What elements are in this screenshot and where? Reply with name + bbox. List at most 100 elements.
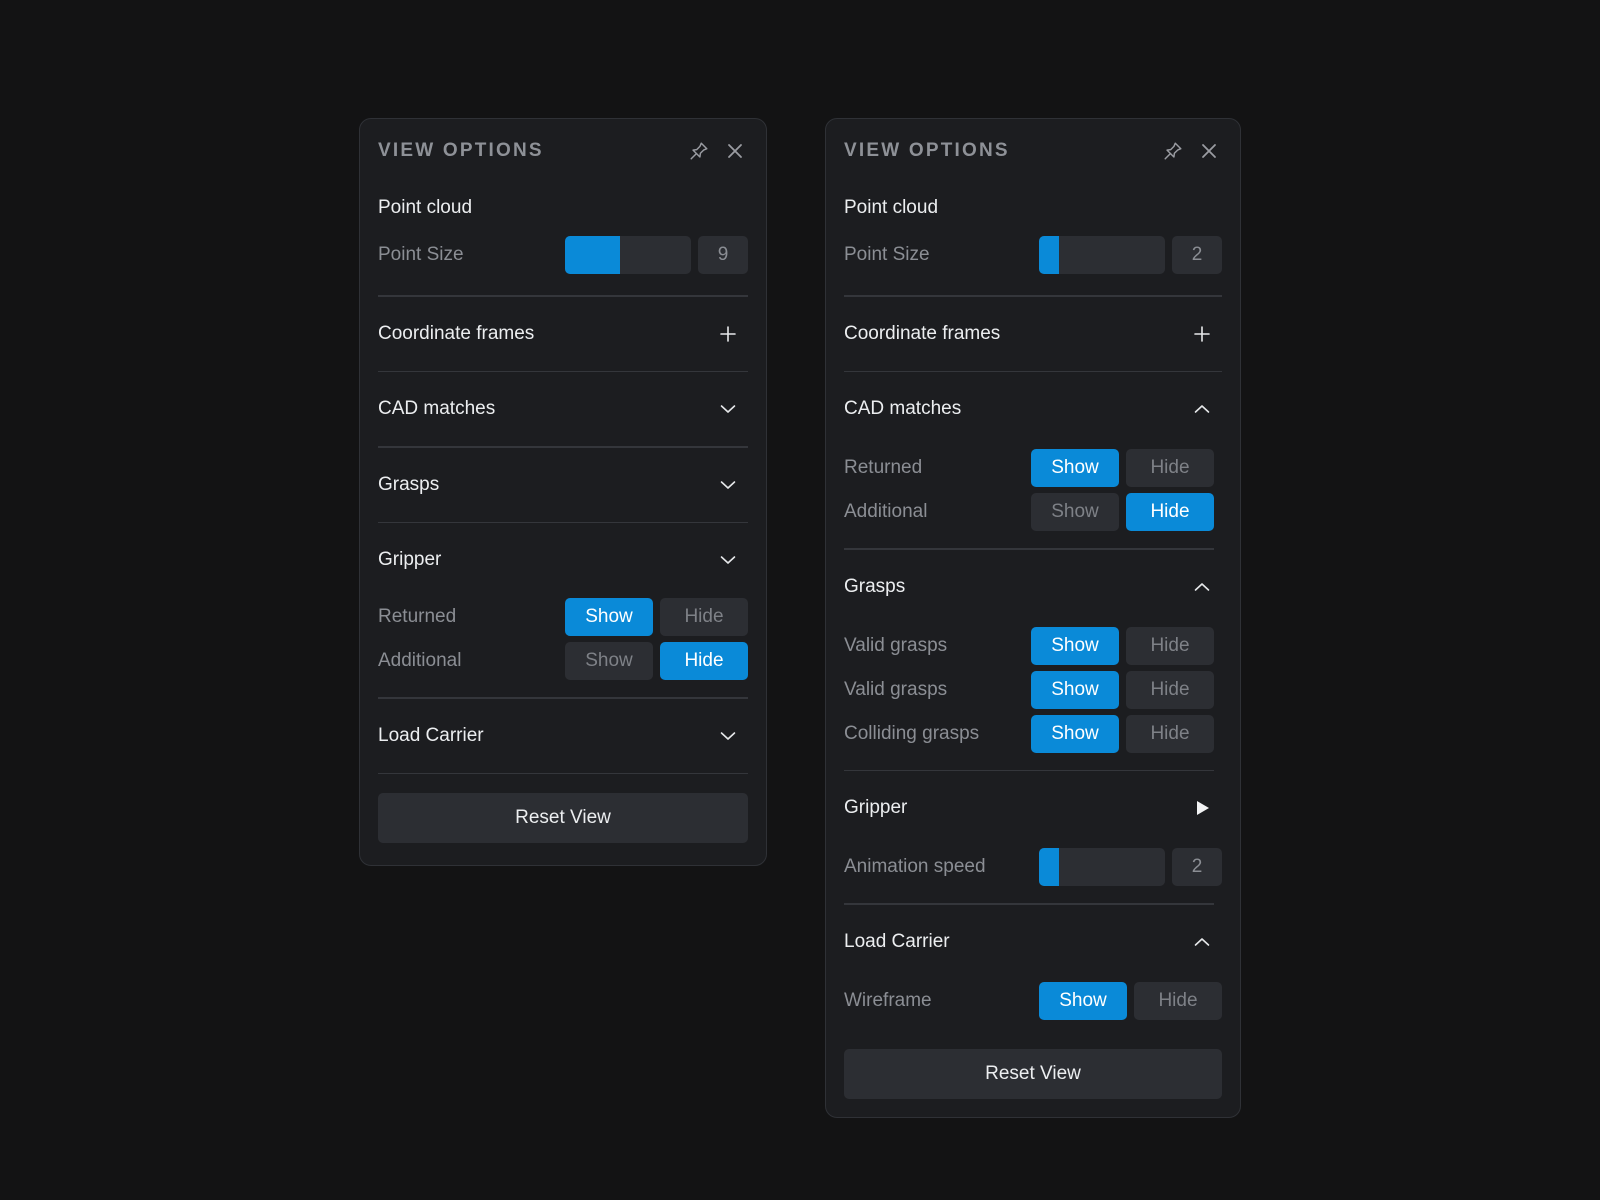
toggle-row-returned: Returned Show Hide [378,595,748,639]
section-title-load-carrier: Load Carrier [378,724,484,746]
section-title-grasps: Grasps [844,575,906,597]
hide-button[interactable]: Hide [1126,626,1214,665]
section-title-grasps: Grasps [378,473,440,495]
animation-speed-value[interactable]: 2 [1172,848,1222,886]
canvas: VIEW OPTIONS Point cloud Point Size 9 Co… [0,0,1600,1200]
toggle-row-valid-grasps: Valid grasps Show Hide [844,668,1214,712]
close-icon[interactable] [1198,140,1220,162]
point-size-label: Point Size [378,244,464,265]
section-title-gripper: Gripper [844,797,908,818]
pin-icon[interactable] [1162,140,1184,162]
show-button[interactable]: Show [565,598,653,636]
toggle-row-returned: Returned Show Hide [844,446,1214,490]
section-header-gripper[interactable]: Gripper [844,771,1222,845]
show-hide-toggle: Show Hide [565,642,748,680]
section-header-grasps[interactable]: Grasps [844,550,1222,624]
section-header-gripper[interactable]: Gripper [378,523,748,597]
show-button[interactable]: Show [1031,714,1119,753]
point-cloud-header: Point cloud [844,183,1222,233]
show-button[interactable]: Show [1031,626,1119,665]
hide-button[interactable]: Hide [660,598,748,636]
section-header-load-carrier[interactable]: Load Carrier [844,905,1222,979]
toggle-row-additional: Additional Show Hide [844,490,1214,534]
section-header-coordinate-frames[interactable]: Coordinate frames [378,297,748,371]
panel-title: VIEW OPTIONS [844,140,1010,161]
show-hide-toggle: Show Hide [1031,714,1214,753]
section-header-load-carrier[interactable]: Load Carrier [378,699,748,773]
show-button[interactable]: Show [1031,449,1119,487]
toggle-row-colliding-grasps: Colliding grasps Show Hide [844,712,1214,756]
chevron-down-icon[interactable] [716,397,740,421]
section-header-cad-matches[interactable]: CAD matches [378,372,748,446]
grasps-options: Valid grasps Show Hide Valid grasps Show… [844,624,1214,756]
section-title-load-carrier: Load Carrier [844,930,950,952]
show-button[interactable]: Show [1031,670,1119,709]
section-title-coordinate-frames: Coordinate frames [378,322,535,344]
point-size-row: Point Size 2 [844,233,1222,277]
section-title-coordinate-frames: Coordinate frames [844,322,1001,344]
point-size-row: Point Size 9 [378,233,748,277]
section-header-cad-matches[interactable]: CAD matches [844,372,1222,446]
section-title-gripper: Gripper [378,549,442,570]
animation-speed-slider[interactable] [1039,848,1165,886]
show-hide-toggle: Show Hide [565,598,748,636]
hide-button[interactable]: Hide [1126,493,1214,531]
point-size-slider[interactable] [565,236,691,274]
panel-header: VIEW OPTIONS [844,119,1222,183]
section-header-grasps[interactable]: Grasps [378,448,748,522]
chevron-up-icon[interactable] [1190,930,1214,954]
chevron-up-icon[interactable] [1190,575,1214,599]
hide-button[interactable]: Hide [1134,981,1222,1020]
section-title-point-cloud: Point cloud [844,197,939,218]
hide-button[interactable]: Hide [1126,714,1214,753]
close-icon[interactable] [724,140,746,162]
show-button[interactable]: Show [565,642,653,680]
row-label: Valid grasps [844,634,948,656]
hide-button[interactable]: Hide [1126,670,1214,709]
toggle-row-wireframe: Wireframe Show Hide [844,979,1222,1023]
show-hide-toggle: Show Hide [1031,670,1214,709]
view-options-panel-expanded: VIEW OPTIONS Point cloud Point Size 2 Co… [825,118,1241,1118]
show-hide-toggle: Show Hide [1031,626,1214,665]
toggle-row-additional: Additional Show Hide [378,639,748,683]
chevron-down-icon[interactable] [716,724,740,748]
point-cloud-header: Point cloud [378,183,748,233]
row-label: Returned [844,457,923,478]
view-options-panel-collapsed: VIEW OPTIONS Point cloud Point Size 9 Co… [359,118,767,866]
chevron-down-icon[interactable] [716,548,740,572]
row-label: Wireframe [844,989,932,1011]
show-hide-toggle: Show Hide [1031,493,1214,531]
show-button[interactable]: Show [1031,493,1119,531]
point-size-slider-fill [1039,236,1060,274]
section-title-cad-matches: CAD matches [378,398,496,419]
section-title-cad-matches: CAD matches [844,398,962,419]
reset-view-button[interactable]: Reset View [844,1048,1222,1099]
animation-speed-row: Animation speed 2 [844,845,1222,889]
chevron-down-icon[interactable] [716,473,740,497]
hide-button[interactable]: Hide [660,642,748,680]
section-title-point-cloud: Point cloud [378,197,473,218]
animation-speed-label: Animation speed [844,856,986,877]
point-size-value[interactable]: 2 [1172,236,1222,274]
point-size-slider-fill [565,236,621,274]
gripper-options: Returned Show Hide Additional Show Hide [378,595,748,683]
play-icon[interactable] [1190,796,1214,820]
point-size-slider[interactable] [1039,236,1165,274]
plus-icon[interactable] [716,322,740,346]
divider [378,772,748,774]
section-header-coordinate-frames[interactable]: Coordinate frames [844,297,1222,371]
point-size-value[interactable]: 9 [698,236,748,274]
panel-title: VIEW OPTIONS [378,140,544,161]
row-label: Additional [844,501,928,522]
plus-icon[interactable] [1190,322,1214,346]
show-hide-toggle: Show Hide [1031,449,1214,487]
row-label: Returned [378,606,457,627]
panel-header: VIEW OPTIONS [378,119,748,183]
row-label: Additional [378,650,462,671]
chevron-up-icon[interactable] [1190,397,1214,421]
show-hide-toggle: Show Hide [1039,981,1222,1020]
reset-view-button[interactable]: Reset View [378,793,748,843]
show-button[interactable]: Show [1039,981,1127,1020]
hide-button[interactable]: Hide [1126,449,1214,487]
pin-icon[interactable] [688,140,710,162]
